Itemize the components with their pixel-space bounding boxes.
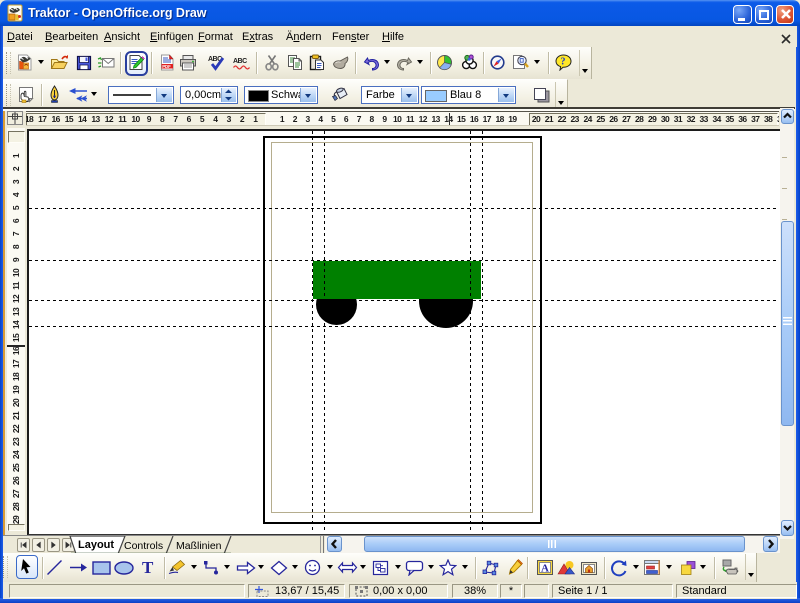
svg-text:PDF: PDF — [162, 64, 171, 69]
svg-text:ABC: ABC — [233, 58, 247, 65]
svg-text:A: A — [541, 563, 549, 575]
svg-text:?: ? — [561, 57, 566, 68]
svg-text:T: T — [142, 559, 154, 575]
